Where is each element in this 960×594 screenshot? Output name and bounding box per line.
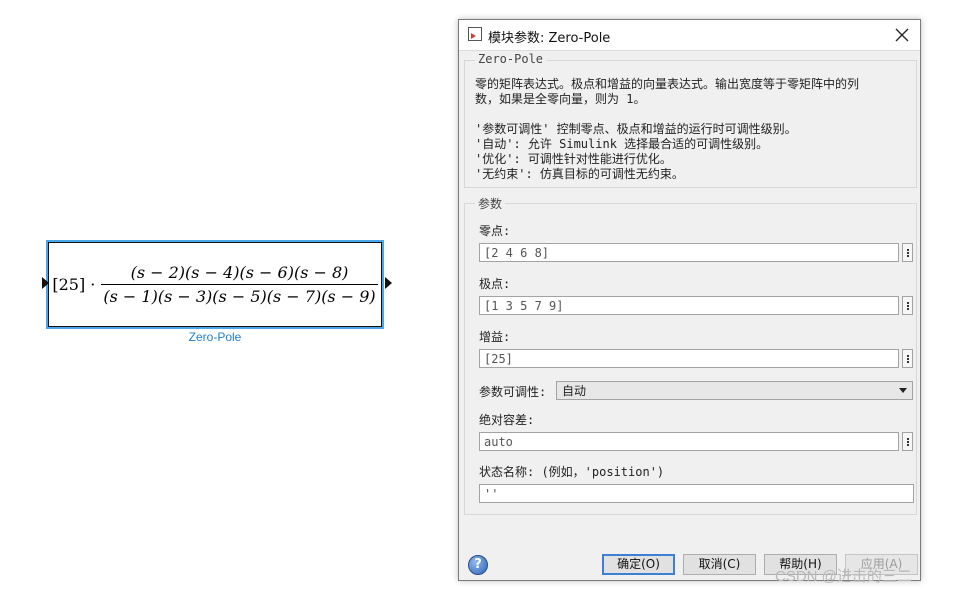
description-group: Zero-Pole 零的矩阵表达式。极点和增益的向量表达式。输出宽度等于零矩阵中… — [464, 52, 917, 188]
cancel-button[interactable]: 取消(C) — [683, 554, 756, 575]
state-name-input[interactable]: '' — [479, 484, 914, 503]
description-line-1: 零的矩阵表达式。极点和增益的向量表达式。输出宽度等于零矩阵中的列 — [475, 77, 860, 91]
simulink-block-icon — [468, 27, 482, 41]
parameters-group: 参数 零点: [2 4 6 8] 极点: [1 3 5 7 9] 增益: [25… — [464, 195, 917, 515]
block-denominator: (s − 1)(s − 3)(s − 5)(s − 7)(s − 9) — [101, 284, 378, 306]
state-name-label: 状态名称: (例如，'position') — [479, 465, 665, 479]
abs-tol-more-button[interactable] — [902, 432, 913, 451]
poles-more-button[interactable] — [902, 296, 913, 315]
zeros-input[interactable]: [2 4 6 8] — [479, 243, 899, 262]
tunability-value: 自动 — [562, 384, 587, 398]
abs-tol-label: 绝对容差: — [479, 413, 535, 427]
description-line-5: '优化': 可调性针对性能进行优化。 — [475, 152, 672, 166]
description-line-2: 数，如果是全零向量，则为 1。 — [475, 92, 646, 106]
zero-pole-block[interactable]: [25] · (s − 2)(s − 4)(s − 6)(s − 8) (s −… — [42, 240, 392, 329]
gain-label: 增益: — [479, 330, 511, 344]
description-line-6: '无约束': 仿真目标的可调性无约束。 — [475, 167, 684, 181]
csdn-watermark: CSDN @进击的三二 — [775, 568, 912, 585]
ok-button[interactable]: 确定(O) — [602, 554, 675, 575]
output-port-icon[interactable] — [385, 277, 392, 289]
close-icon — [895, 28, 909, 42]
zeros-more-button[interactable] — [902, 243, 913, 262]
gain-input[interactable]: [25] — [479, 349, 899, 368]
description-line-3: '参数可调性' 控制零点、极点和增益的运行时可调性级别。 — [475, 122, 797, 136]
dialog-title: 模块参数: Zero-Pole — [488, 31, 611, 46]
poles-label: 极点: — [479, 277, 511, 291]
close-button[interactable] — [890, 23, 914, 47]
block-gain: [25] · — [52, 275, 96, 294]
chevron-down-icon — [899, 388, 907, 393]
tunability-label: 参数可调性: — [479, 385, 547, 399]
help-icon[interactable]: ? — [468, 555, 488, 575]
block-transfer-function: (s − 2)(s − 4)(s − 6)(s − 8) (s − 1)(s −… — [101, 263, 378, 306]
description-line-4: '自动': 允许 Simulink 选择最合适的可调性级别。 — [475, 137, 769, 151]
gain-more-button[interactable] — [902, 349, 913, 368]
block-parameters-dialog: 模块参数: Zero-Pole Zero-Pole 零的矩阵表达式。极点和增益的… — [458, 19, 921, 581]
block-numerator: (s − 2)(s − 4)(s − 6)(s − 8) — [130, 263, 349, 282]
dialog-titlebar[interactable]: 模块参数: Zero-Pole — [459, 20, 920, 51]
tunability-select[interactable]: 自动 — [556, 381, 913, 400]
input-port-icon[interactable] — [42, 277, 49, 289]
block-name-label[interactable]: Zero-Pole — [0, 330, 430, 344]
block-body[interactable]: [25] · (s − 2)(s − 4)(s − 6)(s − 8) (s −… — [48, 242, 382, 327]
description-group-title: Zero-Pole — [475, 52, 547, 66]
parameters-group-title: 参数 — [475, 195, 506, 212]
poles-input[interactable]: [1 3 5 7 9] — [479, 296, 899, 315]
zeros-label: 零点: — [479, 224, 511, 238]
abs-tol-input[interactable]: auto — [479, 432, 899, 451]
